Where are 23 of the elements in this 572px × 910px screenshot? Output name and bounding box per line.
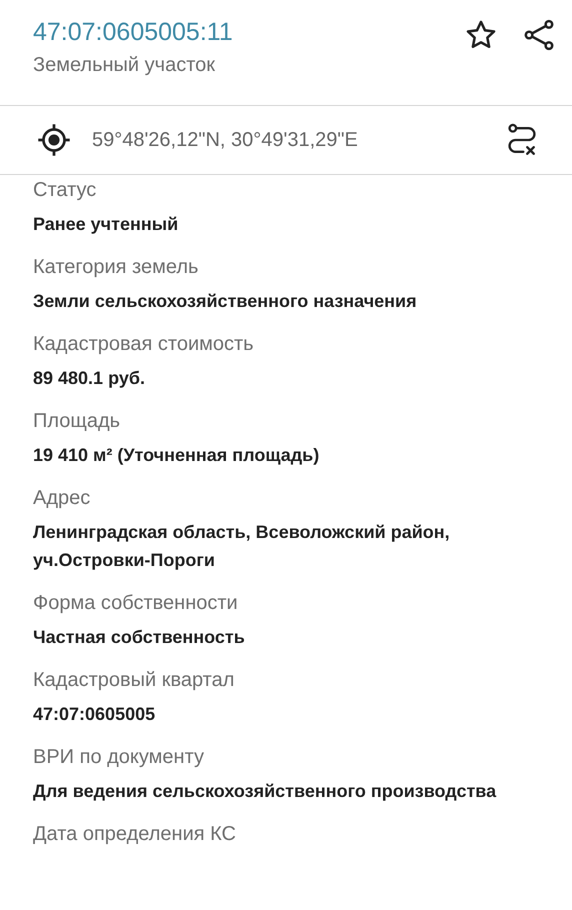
field-label: ВРИ по документу	[33, 745, 205, 770]
parcel-type: Земельный участок	[33, 53, 216, 78]
field-label: Адрес	[33, 486, 92, 511]
field-value: 47:07:0605005	[33, 703, 156, 726]
route-clear-icon[interactable]	[506, 123, 538, 157]
field-label: Кадастровый квартал	[33, 668, 236, 693]
field-value: Для ведения сельскохозяйственного производства	[33, 780, 498, 803]
field-value: 19 410 м² (Уточненная площадь)	[33, 444, 320, 467]
field-label: Кадастровая стоимость	[33, 332, 255, 357]
field-label: Площадь	[33, 409, 122, 434]
field-value: Ленинградская область, Всеволожский район, уч.Островки-Пороги	[33, 521, 451, 572]
field-label: Категория земель	[33, 255, 200, 280]
field-label: Форма собственности	[33, 591, 239, 616]
parcel-number: 47:07:0605005:11	[33, 17, 233, 48]
location-target-icon	[36, 122, 72, 158]
field-label: Дата определения КС	[33, 822, 237, 847]
field-value: 89 480.1 руб.	[33, 367, 146, 390]
coordinates-text: 59°48'26,12"N, 30°49'31,29"E	[92, 128, 359, 153]
field-value: Частная собственность	[33, 626, 246, 649]
share-icon[interactable]	[522, 18, 556, 52]
field-value: Земли сельскохозяйственного назначения	[33, 290, 418, 313]
field-label: Статус	[33, 178, 98, 203]
field-value: Ранее учтенный	[33, 213, 180, 236]
